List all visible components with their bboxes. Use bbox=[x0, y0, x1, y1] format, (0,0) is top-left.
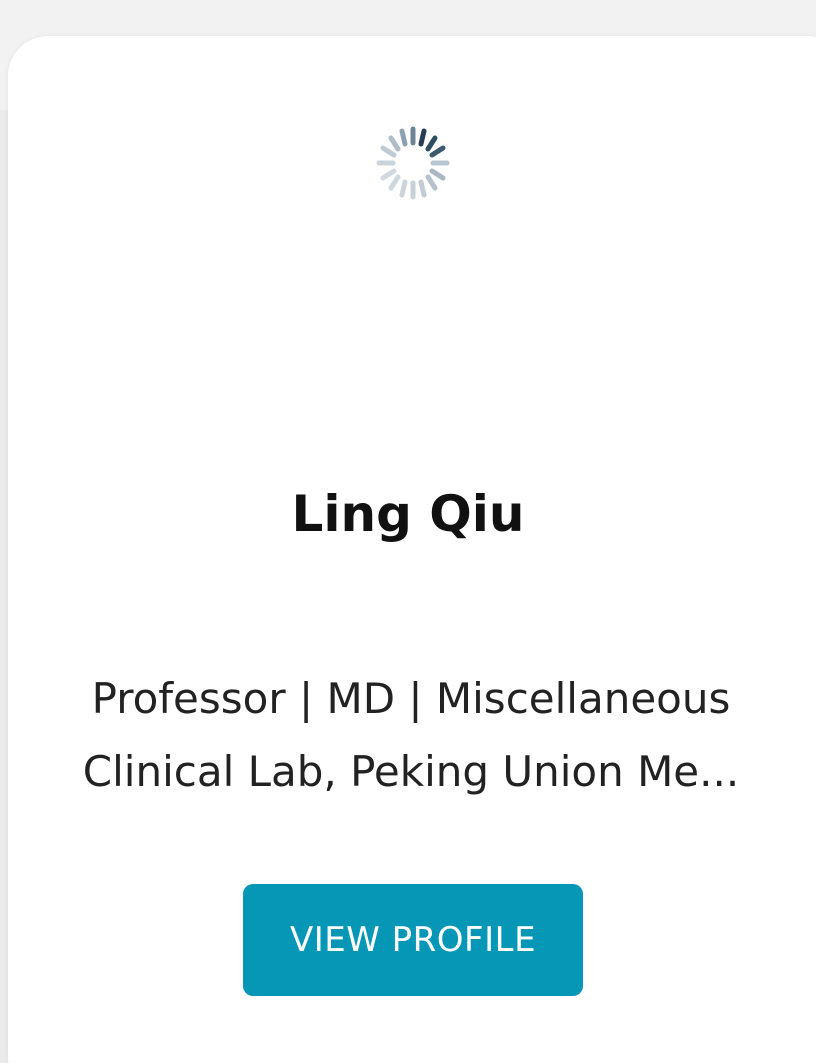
profile-subtitle-line2: Clinical Lab, Peking Union Me... bbox=[82, 747, 740, 796]
profile-subtitle-line1: Professor | MD | Miscellaneous bbox=[91, 674, 731, 723]
view-profile-button[interactable]: VIEW PROFILE bbox=[243, 884, 583, 996]
page: Ling Qiu Professor | MD | Miscellaneous … bbox=[0, 0, 816, 1063]
profile-subtitle: Professor | MD | Miscellaneous Clinical … bbox=[40, 662, 782, 808]
profile-name: Ling Qiu bbox=[291, 485, 525, 543]
loading-spinner-icon bbox=[376, 126, 450, 200]
